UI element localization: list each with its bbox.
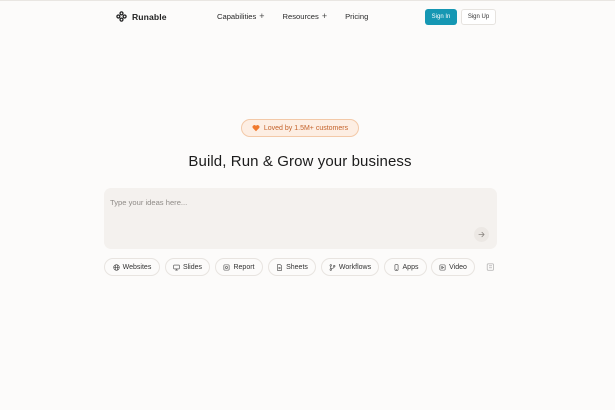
sheet-icon <box>277 263 282 271</box>
more-chip-icon <box>486 263 494 271</box>
capability-chips: Websites Slides Report Sheets Workflows … <box>104 258 496 276</box>
monitor-icon <box>173 264 180 270</box>
main-nav: Capabilities + Resources + Pricing <box>217 11 368 22</box>
chip-label: Workflows <box>338 263 372 271</box>
badge-text: Loved by 1.5M+ customers <box>263 124 349 132</box>
chip-label: Sheets <box>286 263 308 271</box>
chip-sheets[interactable]: Sheets <box>268 258 316 276</box>
chip-video[interactable]: Video <box>431 258 475 276</box>
prompt-box[interactable] <box>104 188 497 249</box>
runable-logo-icon <box>116 11 127 22</box>
sign-in-button[interactable]: Sign In <box>425 9 457 25</box>
logo-text: Runable <box>132 11 167 22</box>
nav-capabilities[interactable]: Capabilities + <box>217 11 265 22</box>
prompt-input[interactable] <box>110 195 440 209</box>
chip-label: Websites <box>122 263 152 271</box>
chip-websites[interactable]: Websites <box>104 258 160 276</box>
nav-resources-label: Resources <box>282 12 319 21</box>
chip-slides[interactable]: Slides <box>165 258 210 276</box>
chip-label: Video <box>449 263 467 271</box>
chip-workflows[interactable]: Workflows <box>321 258 379 276</box>
logo[interactable]: Runable <box>116 11 167 22</box>
nav-capabilities-label: Capabilities <box>217 12 257 21</box>
report-icon <box>224 264 230 270</box>
plus-icon: + <box>321 11 328 21</box>
nav-pricing-label: Pricing <box>345 12 369 21</box>
plus-icon: + <box>259 11 265 21</box>
chip-report[interactable]: Report <box>215 258 263 276</box>
chip-apps[interactable]: Apps <box>384 258 427 276</box>
chip-label: Slides <box>182 263 203 271</box>
hero-title: Build, Run & Grow your business <box>188 153 412 170</box>
chip-label: Report <box>233 263 255 271</box>
heart-icon <box>252 125 260 132</box>
branch-icon <box>329 263 336 271</box>
globe-icon <box>113 263 120 271</box>
arrow-right-icon <box>478 231 485 238</box>
chip-label: Apps <box>402 263 419 271</box>
nav-resources[interactable]: Resources + <box>282 11 328 22</box>
sign-up-button[interactable]: Sign Up <box>461 9 496 25</box>
phone-icon <box>394 263 398 271</box>
nav-pricing[interactable]: Pricing <box>345 12 368 21</box>
site-header: Runable Capabilities + Resources + Prici… <box>0 0 615 34</box>
video-icon <box>439 264 446 270</box>
customers-badge: Loved by 1.5M+ customers <box>241 119 359 137</box>
send-button[interactable] <box>474 227 489 242</box>
